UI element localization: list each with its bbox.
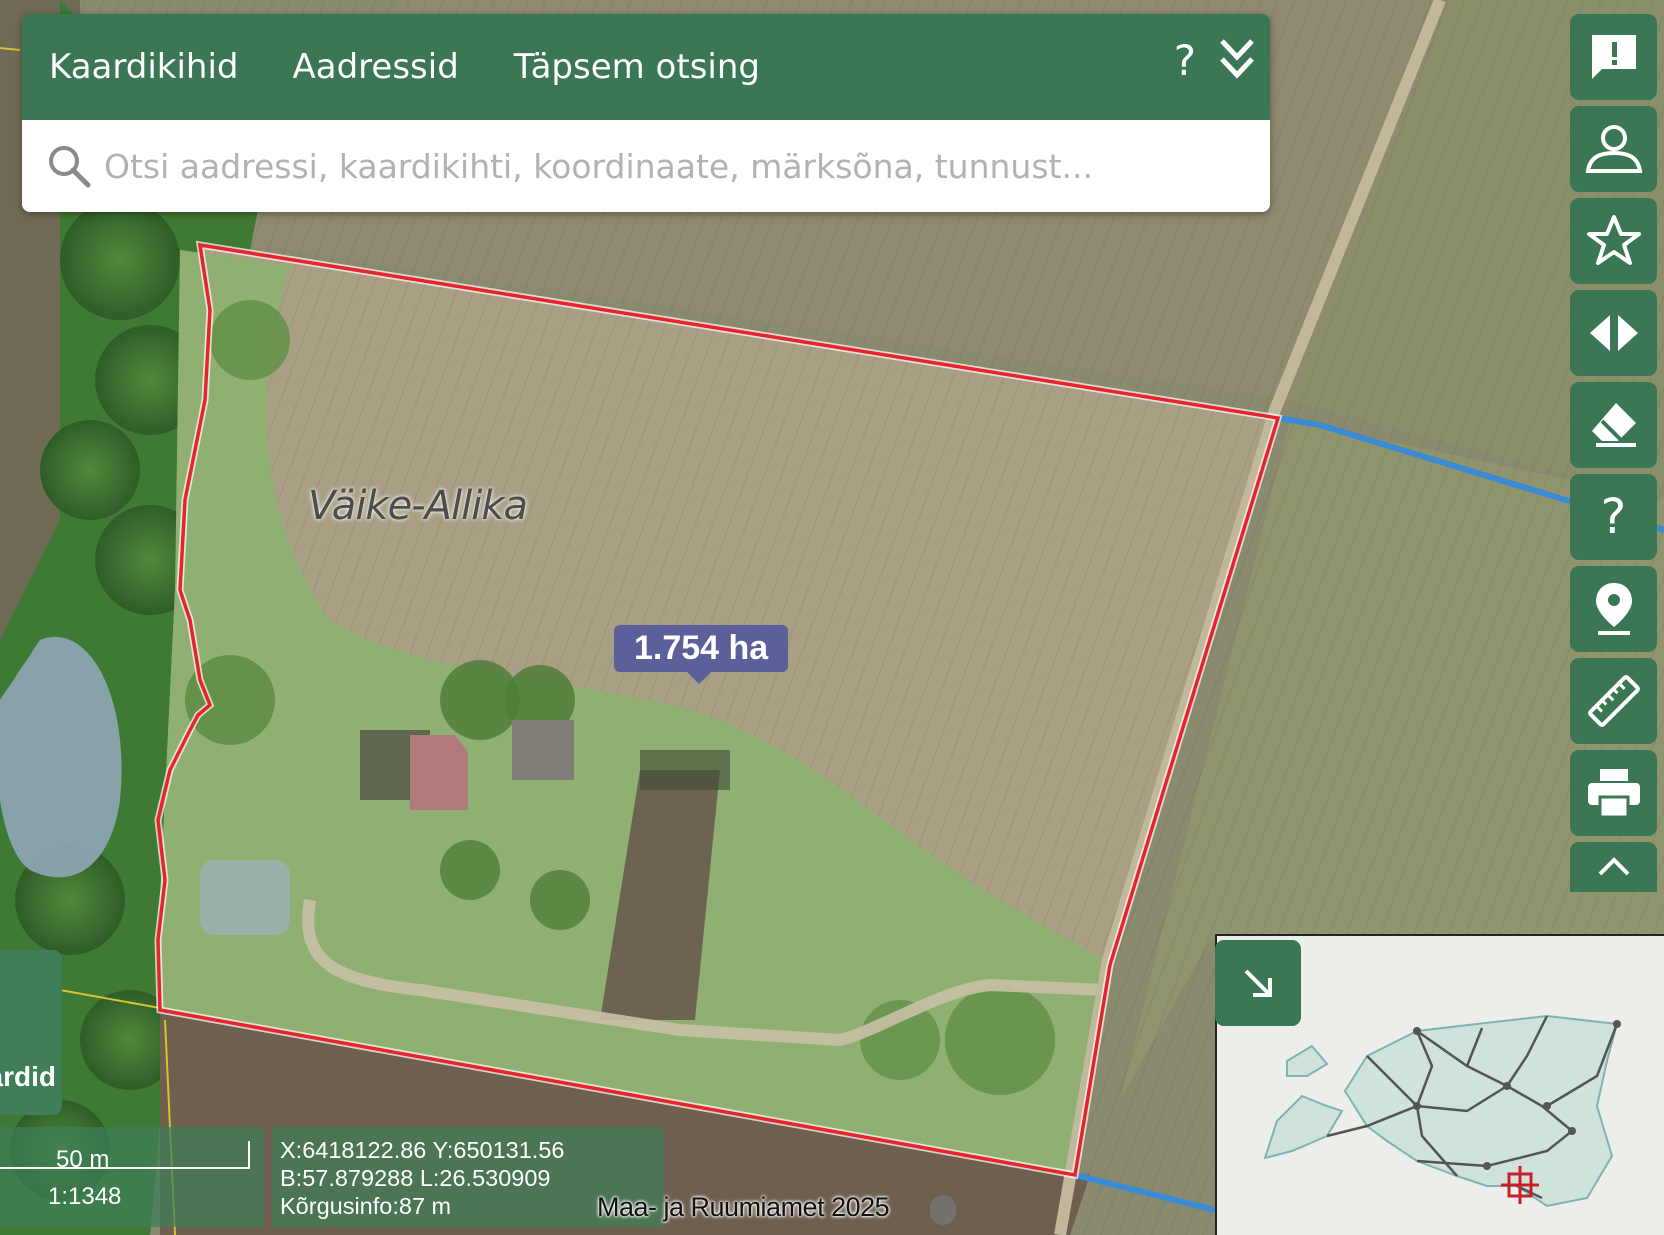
attribution-toggle[interactable] (930, 1195, 956, 1225)
collapse-toolbar-button[interactable] (1570, 842, 1657, 892)
feedback-button[interactable] (1570, 14, 1657, 100)
arrow-down-right-icon (1244, 969, 1272, 997)
base-maps-button[interactable]: ardid (0, 950, 62, 1115)
help-button[interactable]: ? (1174, 36, 1196, 85)
user-button[interactable] (1570, 106, 1657, 192)
search-icon (49, 146, 91, 188)
eraser-icon (1591, 403, 1636, 447)
area-measurement-label: 1.754 ha (614, 625, 789, 684)
place-name-label: Väike-Allika (308, 483, 528, 529)
scale-bar (0, 1141, 250, 1169)
star-icon (1586, 215, 1641, 265)
tab-kaardikihid[interactable]: Kaardikihid (49, 47, 239, 87)
expand-panel-button[interactable] (1218, 37, 1256, 84)
chevron-up-icon (1598, 857, 1629, 876)
favorites-button[interactable] (1570, 198, 1657, 284)
feedback-icon (1591, 35, 1636, 79)
ruler-icon (1587, 675, 1640, 727)
header-actions: ? (1174, 36, 1256, 85)
coordinates-xy: X:6418122.86 Y:650131.56 (280, 1137, 565, 1163)
search-input[interactable] (102, 145, 1270, 187)
help-icon: ? (1600, 489, 1627, 545)
overview-collapse-button[interactable] (1215, 940, 1301, 1026)
map-toolbar: ? (1570, 14, 1657, 892)
tab-tapsem-otsing[interactable]: Täpsem otsing (514, 47, 760, 87)
print-button[interactable] (1570, 750, 1657, 836)
measure-button[interactable] (1570, 658, 1657, 744)
help-tool-button[interactable]: ? (1570, 474, 1657, 560)
compare-icon (1589, 315, 1638, 351)
location-pin-icon (1595, 583, 1632, 635)
search-panel: Kaardikihid Aadressid Täpsem otsing ? (22, 14, 1270, 212)
location-button[interactable] (1570, 566, 1657, 652)
tabs-bar: Kaardikihid Aadressid Täpsem otsing ? (22, 14, 1270, 120)
tab-aadressid[interactable]: Aadressid (293, 47, 459, 87)
double-chevron-down-icon (1220, 39, 1254, 79)
compare-button[interactable] (1570, 290, 1657, 376)
print-icon (1587, 769, 1640, 819)
base-maps-label: ardid (0, 1061, 56, 1092)
coordinates-bl: B:57.879288 L:26.530909 (280, 1165, 551, 1191)
scale-ratio: 1:1348 (48, 1183, 122, 1210)
clear-button[interactable] (1570, 382, 1657, 468)
user-icon (1585, 125, 1642, 173)
attribution-text: Maa- ja Ruumiamet 2025 (597, 1192, 890, 1222)
scale-box: 50 m 1:1348 (0, 1127, 264, 1227)
scale-distance: 50 m (56, 1146, 110, 1173)
search-bar (22, 120, 1270, 212)
